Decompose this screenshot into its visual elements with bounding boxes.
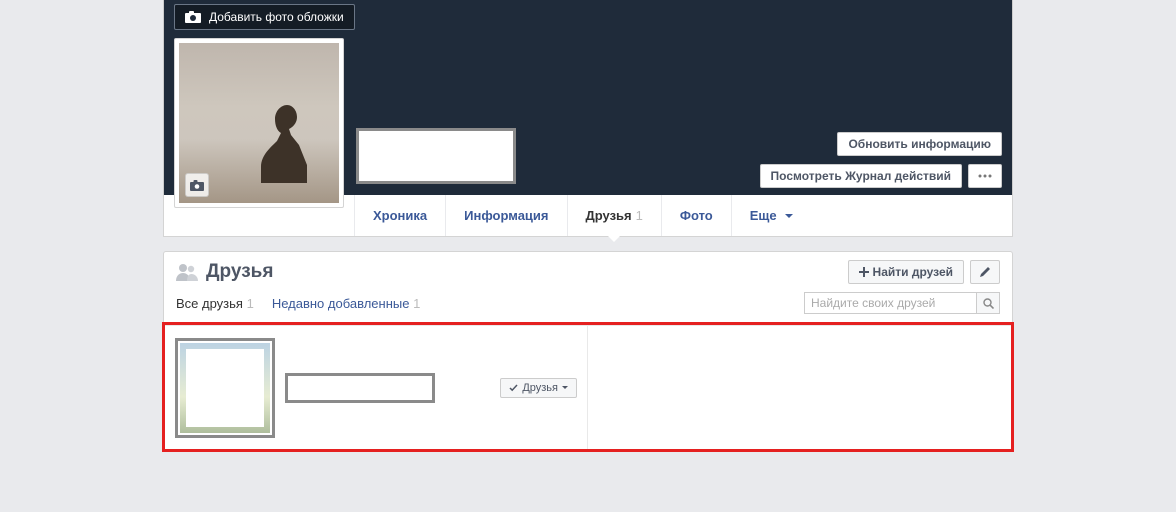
friend-card: Друзья: [165, 325, 588, 449]
tab-friends-label: Друзья: [586, 208, 632, 223]
empty-slot: [588, 325, 1011, 449]
subtab-all-friends[interactable]: Все друзья 1: [176, 296, 254, 311]
more-options-button[interactable]: [968, 164, 1002, 188]
cover-area: Добавить фото обложки Обновить информаци…: [163, 0, 1013, 195]
pencil-icon: [979, 266, 991, 278]
edit-friends-button[interactable]: [970, 260, 1000, 284]
tab-photos[interactable]: Фото: [661, 195, 731, 236]
person-silhouette-icon: [257, 105, 317, 183]
profile-name-redacted: [356, 128, 516, 184]
subtab-recently-added[interactable]: Недавно добавленные 1: [272, 296, 420, 311]
friend-list-highlight: Друзья: [162, 322, 1014, 452]
profile-picture[interactable]: [174, 38, 344, 208]
tab-more[interactable]: Еще: [731, 195, 811, 236]
tab-more-label: Еще: [750, 208, 777, 223]
search-friends-input[interactable]: [804, 292, 976, 314]
search-friends-button[interactable]: [976, 292, 1000, 314]
chevron-down-icon: [785, 214, 793, 218]
camera-icon: [190, 180, 204, 191]
check-icon: [509, 384, 518, 392]
friend-avatar[interactable]: [175, 338, 275, 438]
find-friends-label: Найти друзей: [873, 265, 953, 279]
tab-friends[interactable]: Друзья 1: [567, 195, 661, 236]
plus-icon: [859, 267, 869, 277]
add-cover-label: Добавить фото обложки: [209, 10, 344, 24]
search-icon: [983, 298, 994, 309]
tab-friends-count: 1: [636, 208, 643, 223]
tab-about[interactable]: Информация: [445, 195, 566, 236]
change-photo-button[interactable]: [185, 173, 209, 197]
friend-status-label: Друзья: [522, 382, 558, 394]
friends-panel-title: Друзья: [206, 261, 273, 283]
friend-status-button[interactable]: Друзья: [500, 378, 577, 398]
camera-icon: [185, 11, 201, 23]
chevron-down-icon: [562, 386, 568, 389]
tab-timeline[interactable]: Хроника: [354, 195, 445, 236]
find-friends-button[interactable]: Найти друзей: [848, 260, 964, 284]
friends-icon: [176, 263, 198, 281]
friends-panel: Друзья Найти друзей Все друзья: [163, 251, 1013, 451]
update-info-button[interactable]: Обновить информацию: [837, 132, 1002, 156]
dots-icon: [978, 174, 992, 178]
add-cover-button[interactable]: Добавить фото обложки: [174, 4, 355, 30]
friend-name-redacted[interactable]: [285, 373, 435, 403]
activity-log-button[interactable]: Посмотреть Журнал действий: [760, 164, 962, 188]
